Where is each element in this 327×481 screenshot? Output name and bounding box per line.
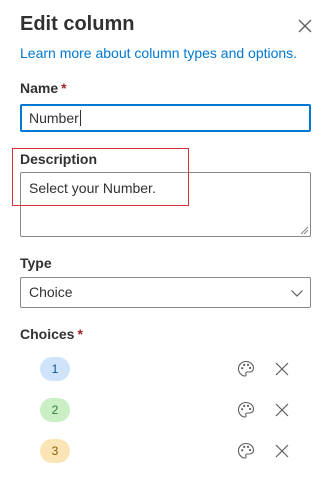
choice-color-button[interactable]	[237, 360, 255, 378]
choices-label: Choices *	[20, 325, 83, 343]
name-label-text: Name	[20, 80, 59, 96]
choice-pill[interactable]: 2	[40, 398, 70, 422]
name-input-value: Number	[29, 110, 79, 126]
choice-row: 3	[0, 437, 327, 467]
close-icon	[275, 444, 289, 458]
learn-more-link[interactable]: Learn more about column types and option…	[20, 44, 297, 62]
choice-row: 2	[0, 396, 327, 426]
description-label: Description	[20, 151, 98, 167]
palette-icon	[237, 442, 255, 459]
remove-choice-button[interactable]	[273, 401, 291, 419]
name-input[interactable]: Number	[20, 104, 311, 132]
required-marker: *	[77, 326, 83, 342]
choice-color-button[interactable]	[237, 401, 255, 419]
close-icon	[298, 19, 312, 33]
text-caret	[79, 110, 81, 126]
remove-choice-button[interactable]	[273, 360, 291, 378]
remove-choice-button[interactable]	[273, 442, 291, 460]
resize-grip-icon[interactable]	[299, 225, 309, 235]
choice-pill[interactable]: 3	[40, 439, 70, 463]
choice-color-button[interactable]	[237, 442, 255, 460]
type-selected-value: Choice	[29, 284, 73, 300]
edit-column-panel: Edit column Learn more about column type…	[0, 0, 327, 481]
choice-row: 1	[0, 355, 327, 385]
type-label: Type	[20, 255, 52, 271]
description-value: Select your Number.	[29, 180, 156, 196]
palette-icon	[237, 401, 255, 418]
palette-icon	[237, 360, 255, 377]
close-icon	[275, 362, 289, 376]
name-label: Name *	[20, 79, 67, 97]
close-icon	[275, 403, 289, 417]
description-textarea[interactable]: Select your Number.	[20, 172, 311, 237]
close-button[interactable]	[293, 14, 317, 38]
choice-pill[interactable]: 1	[40, 357, 70, 381]
chevron-down-icon	[291, 290, 303, 297]
choices-label-text: Choices	[20, 326, 75, 342]
type-dropdown[interactable]: Choice	[20, 277, 311, 308]
required-marker: *	[61, 80, 67, 96]
panel-title: Edit column	[20, 13, 135, 35]
